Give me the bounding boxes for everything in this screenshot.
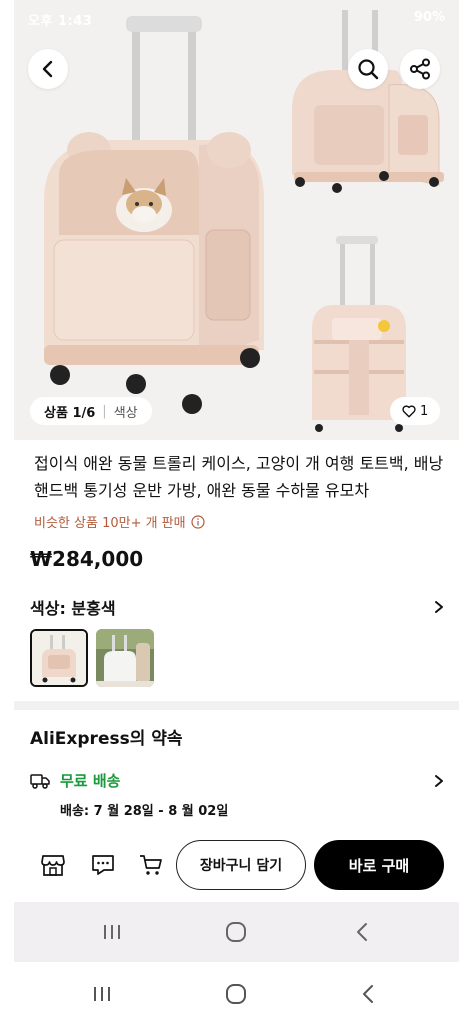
recent-apps-icon — [104, 925, 120, 939]
sold-count: 비슷한 상품 10만+ 개 판매 — [34, 516, 186, 531]
back-icon — [357, 923, 367, 941]
store-button[interactable] — [36, 848, 70, 882]
color-option-white[interactable] — [96, 629, 154, 687]
image-counter: 상품 1/6 — [44, 405, 96, 421]
product-title: 접이식 애완 동물 트롤리 케이스, 고양이 개 여행 토트백, 배낭 핸드백 … — [34, 454, 444, 500]
shipping-date: 배송: 7 월 28일 - 8 월 02일 — [60, 804, 229, 819]
home-icon — [226, 922, 246, 942]
info-icon — [191, 514, 205, 529]
variant-label: 색상 — [113, 405, 138, 421]
section-divider — [14, 701, 459, 710]
pill-divider: | — [102, 403, 107, 419]
back-icon — [363, 985, 373, 1003]
like-count: 1 — [420, 403, 429, 419]
thumb-image-white — [96, 629, 154, 687]
color-label: 색상: 분홍색 — [30, 599, 116, 618]
home-button-outer[interactable] — [224, 982, 248, 1006]
recent-apps-icon — [94, 987, 110, 1001]
chevron-left-icon — [42, 60, 53, 78]
product-image-gallery[interactable]: 오후 1:43 90% 상품 1/6 | 색상 1 — [14, 0, 459, 440]
share-icon — [410, 58, 430, 80]
color-option-pink[interactable] — [30, 629, 88, 687]
status-time: 오후 1:43 — [28, 14, 93, 29]
chevron-right-icon — [435, 774, 443, 787]
buy-now-button[interactable]: 바로 구매 — [314, 840, 444, 890]
home-icon — [226, 984, 246, 1004]
heart-icon — [402, 404, 416, 417]
truck-icon — [30, 773, 50, 789]
inner-navigation-bar — [14, 902, 459, 962]
cart-icon — [140, 855, 162, 875]
promise-title: AliExpress의 약속 — [30, 729, 183, 749]
cart-button[interactable] — [134, 848, 168, 882]
product-price: ₩284,000 — [30, 547, 144, 571]
chat-icon — [92, 855, 114, 875]
bottom-action-bar: 장바구니 담기 바로 구매 — [14, 830, 459, 900]
search-icon — [358, 59, 379, 80]
back-nav-button[interactable] — [350, 920, 374, 944]
shipping-row[interactable]: 무료 배송 — [30, 770, 445, 791]
outer-navigation-bar — [0, 962, 473, 1024]
image-counter-pill[interactable]: 상품 1/6 | 색상 — [30, 397, 152, 425]
app-screen: 오후 1:43 90% 상품 1/6 | 색상 1 접이식 애완 동물 트롤리 … — [14, 0, 459, 962]
sold-count-row[interactable]: 비슷한 상품 10만+ 개 판매 — [34, 512, 205, 531]
free-shipping-label: 무료 배송 — [60, 772, 121, 790]
store-icon — [41, 855, 65, 876]
recent-apps-button-outer[interactable] — [90, 982, 114, 1006]
product-photo — [14, 0, 459, 440]
search-button[interactable] — [348, 49, 388, 89]
chat-button[interactable] — [86, 848, 120, 882]
chevron-right-icon — [435, 601, 443, 613]
thumb-image-pink — [32, 631, 86, 685]
recent-apps-button[interactable] — [100, 920, 124, 944]
color-selector[interactable]: 색상: 분홍색 — [30, 595, 445, 619]
wishlist-button[interactable]: 1 — [390, 397, 441, 425]
status-bar: 오후 1:43 90% — [14, 0, 459, 40]
share-button[interactable] — [400, 49, 440, 89]
add-to-cart-button[interactable]: 장바구니 담기 — [176, 840, 306, 890]
back-button[interactable] — [28, 49, 68, 89]
back-nav-button-outer[interactable] — [356, 982, 380, 1006]
status-battery: 90% — [413, 10, 445, 25]
home-button[interactable] — [224, 920, 248, 944]
